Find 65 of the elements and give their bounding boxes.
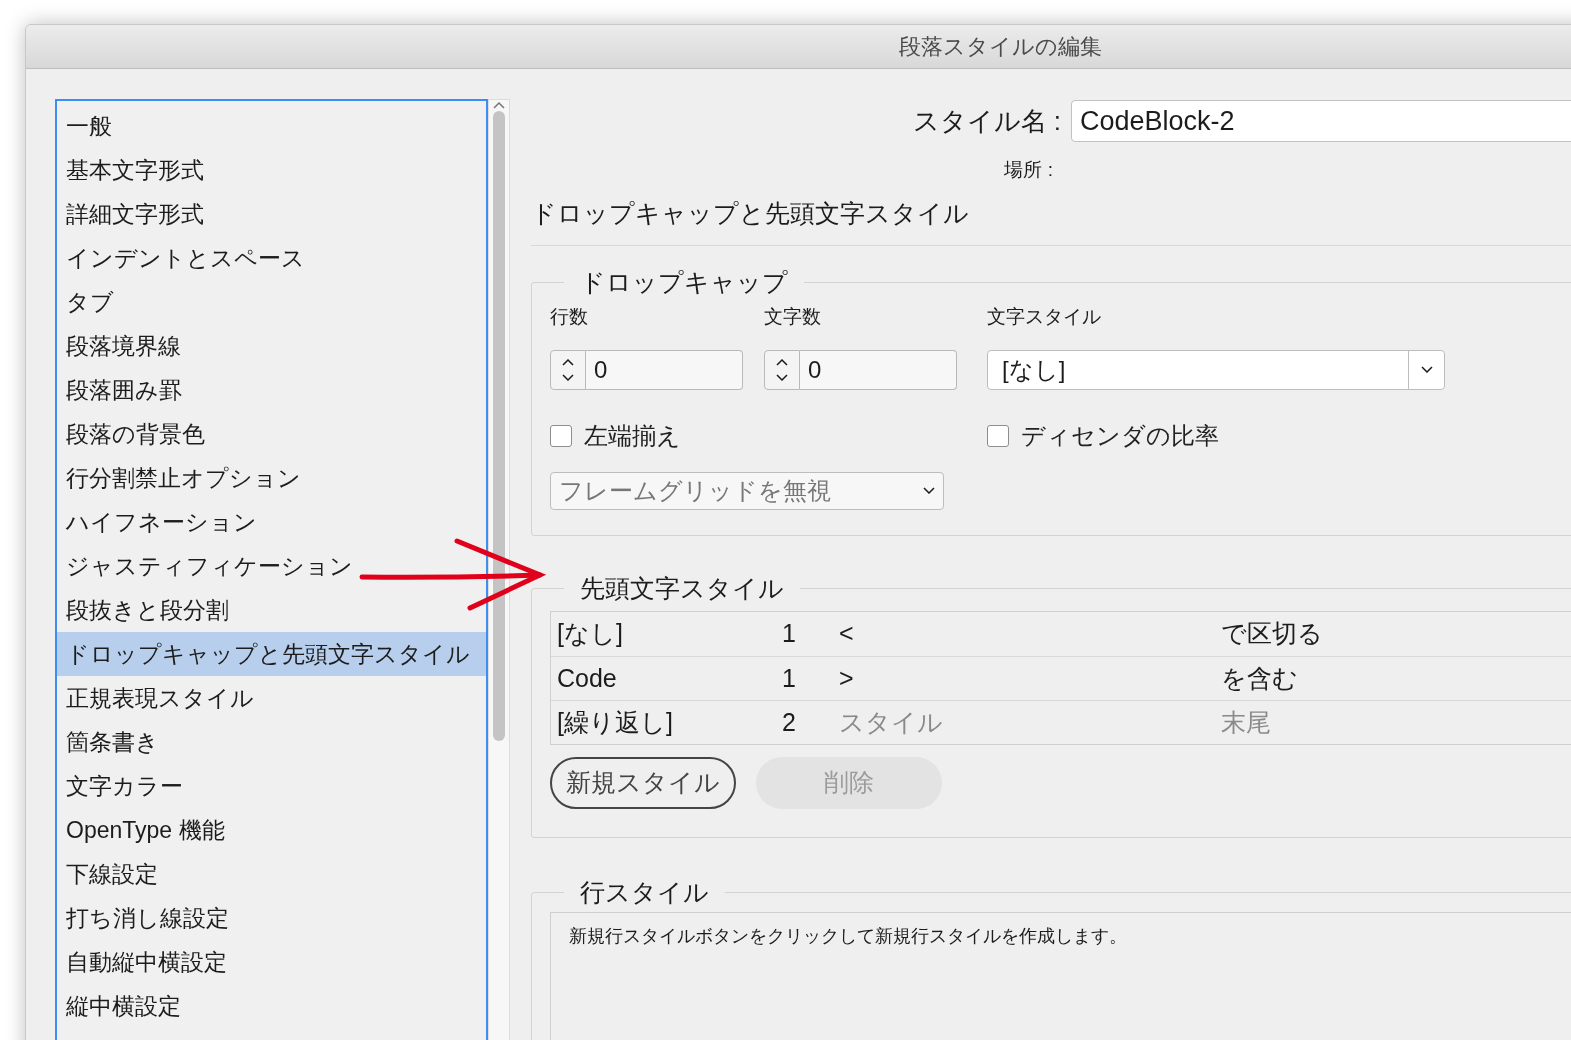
list-item[interactable]: ハイフネーション [57,500,486,544]
table-cell-text: 1 [782,618,796,650]
list-item[interactable]: 一般 [57,104,486,148]
table-cell-text: 1 [782,662,796,694]
list-item[interactable]: 基本文字形式 [57,148,486,192]
field-label: 文字数 [764,305,822,329]
checkbox-label: 左端揃え [584,420,681,451]
table-cell-text: Code [557,662,617,694]
scroll-thumb[interactable] [493,111,505,741]
chevron-down-icon [923,487,935,494]
field-label: 行数 [550,305,589,329]
location-label: 場所 : [1004,158,1053,182]
checkbox-label: ディセンダの比率 [1021,420,1219,451]
list-item[interactable]: 正規表現スタイル [57,676,486,720]
list-item[interactable]: インデントとスペース [57,236,486,280]
list-item[interactable]: ジャスティフィケーション [57,544,486,588]
number-field[interactable]: 0 [586,349,743,390]
table-cell-text: スタイル [839,706,943,738]
list-item[interactable]: 段抜きと段分割 [57,588,486,632]
list-item[interactable]: 行分割禁止オプション [57,456,486,500]
checkbox[interactable] [987,424,1009,447]
action-button[interactable]: 新規スタイル [550,757,736,809]
style-name-field[interactable]: CodeBlock-2 [1071,100,1571,142]
window-title: 段落スタイルの編集 [899,33,1102,61]
list-item[interactable]: 段落囲み罫 [57,368,486,412]
table-cell-text: [繰り返し] [557,706,673,738]
table-cell-text: を含む [1221,662,1298,694]
scrollbar[interactable] [488,99,510,1040]
list-item[interactable]: 下線設定 [57,852,486,896]
group-title: ドロップキャップ [579,266,789,298]
list-item[interactable]: 段落の背景色 [57,412,486,456]
chevron-down-icon [776,373,788,381]
empty-message: 新規行スタイルボタンをクリックして新規行スタイルを作成します。 [569,925,1127,946]
list-item[interactable]: タブ [57,280,486,324]
section-title: ドロップキャップと先頭文字スタイル [531,197,970,229]
table-cell-text: で区切る [1221,618,1323,650]
chevron-down-icon [562,373,574,381]
style-name-label: スタイル名 : [912,104,1061,138]
char-style-dropdown[interactable]: [なし] [987,349,1445,390]
list-item[interactable]: 箇条書き [57,720,486,764]
list-item[interactable]: 打ち消し線設定 [57,896,486,940]
chevron-up-icon [562,358,574,366]
table-cell-text: 2 [782,706,796,738]
field-label: 文字スタイル [987,305,1102,329]
chevron-down-icon [1420,366,1433,373]
list-item[interactable]: 詳細文字形式 [57,192,486,236]
number-field[interactable]: 0 [800,349,957,390]
table-cell-text: [なし] [557,618,623,650]
list-item[interactable]: OpenType 機能 [57,808,486,852]
list-item[interactable]: ドロップキャップと先頭文字スタイル [57,632,486,676]
checkbox[interactable] [550,424,572,447]
group-title: 先頭文字スタイル [579,572,785,604]
group-title: 行スタイル [579,877,710,908]
stepper[interactable] [550,349,586,390]
scroll-up-icon[interactable] [493,102,505,109]
chevron-up-icon [776,358,788,366]
table-cell-text: 末尾 [1221,706,1271,738]
list-item[interactable]: 縦中横設定 [57,984,486,1028]
list-item[interactable]: 自動縦中横設定 [57,940,486,984]
table-cell-text: < [839,618,854,650]
stepper[interactable] [764,349,800,390]
table-cell-text: > [839,662,854,694]
list-item[interactable]: 段落境界線 [57,324,486,368]
list-item[interactable]: 文字カラー [57,764,486,808]
grid-dropdown[interactable]: フレームグリッドを無視 [550,471,944,510]
